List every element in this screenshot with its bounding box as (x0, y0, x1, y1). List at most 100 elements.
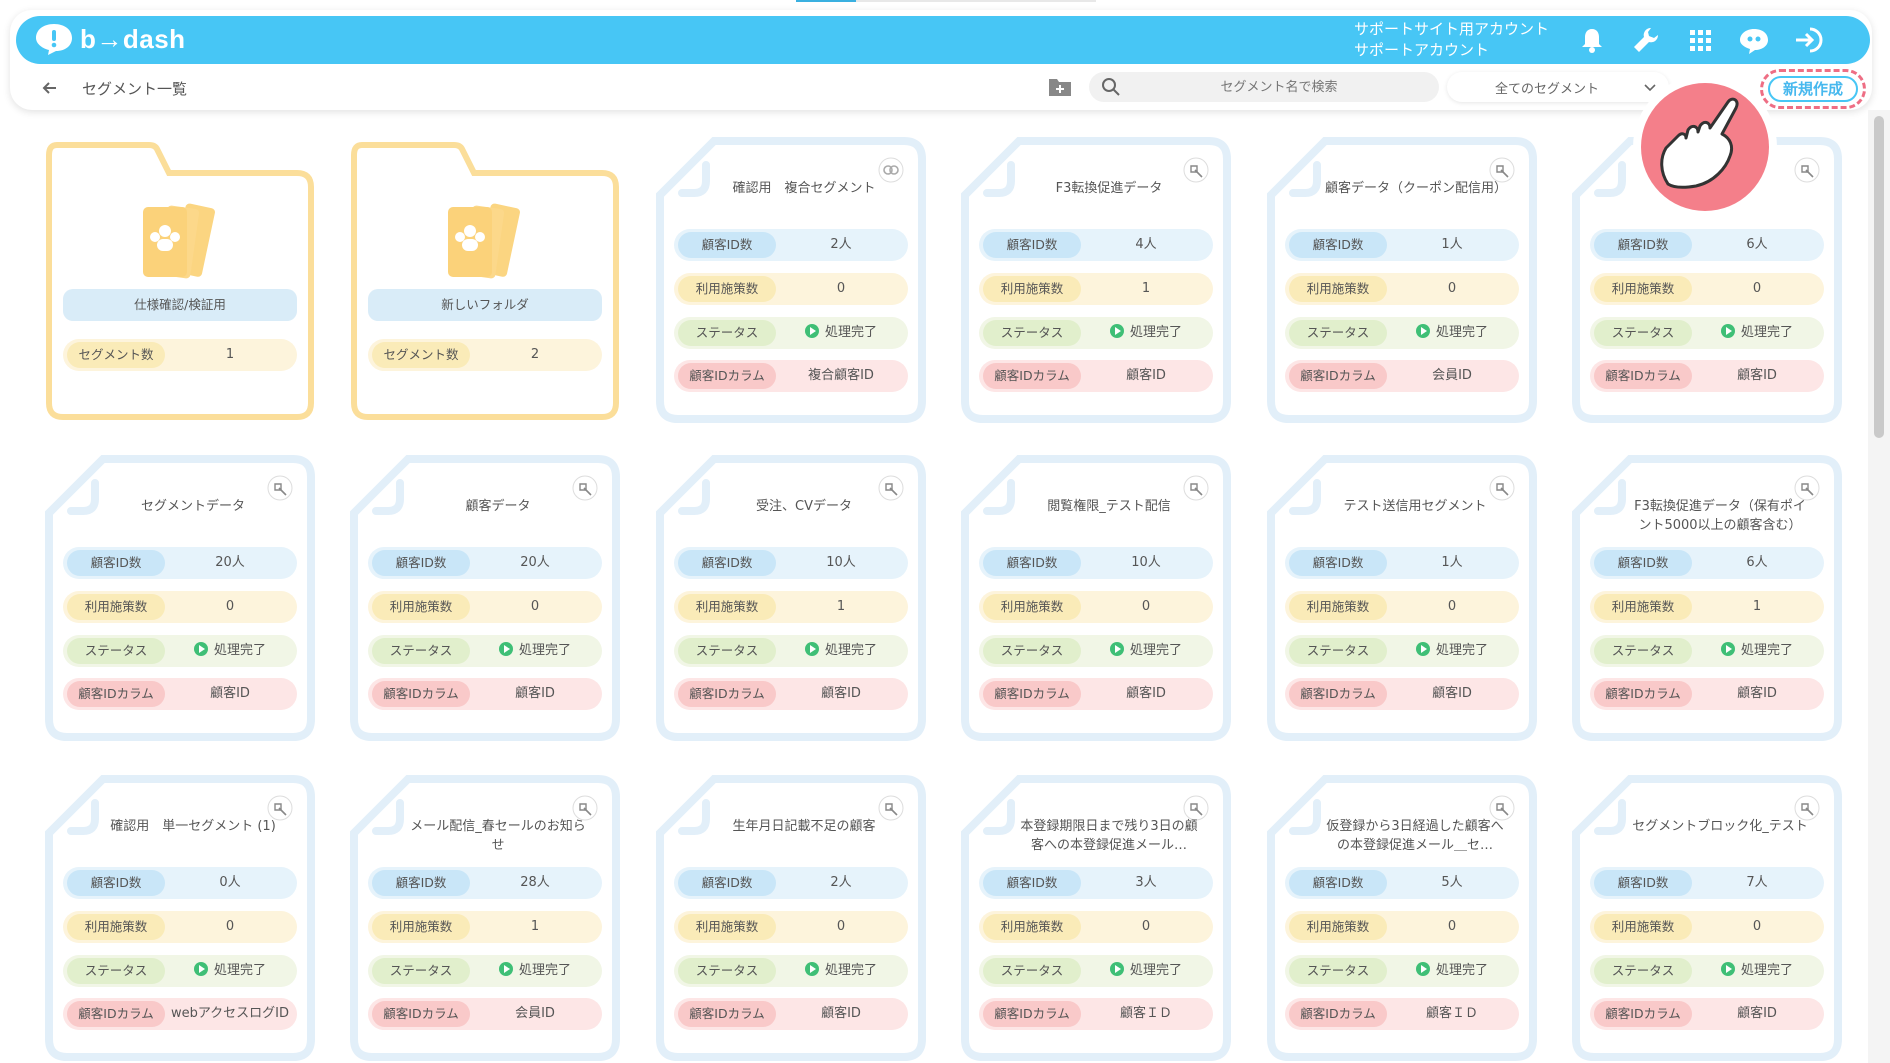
mascot-icon[interactable] (1738, 24, 1770, 56)
account-info[interactable]: サポートサイト用アカウント サポートアカウント (1354, 19, 1549, 61)
status-label: ステータス (67, 638, 165, 664)
customer-id-count-label: 顧客ID数 (1289, 550, 1387, 576)
search-input[interactable] (1129, 72, 1429, 102)
customer-id-count-value: 10人 (1131, 555, 1161, 570)
segment-card[interactable]: 閲覧権限_テスト配信 顧客ID数 10人 利用施策数 0 ステータス 処理完了 顧客IDカラム… (959, 453, 1233, 743)
customer-id-count-value: 7人 (1746, 875, 1768, 890)
segment-card[interactable]: 生年月日記載不足の顧客 顧客ID数 2人 利用施策数 0 ステータス 処理完了 顧客IDカラム… (654, 773, 928, 1063)
folder-count-row: セグメント数 1 (63, 339, 297, 371)
measures-count-value: 0 (836, 281, 846, 296)
logo[interactable]: b→dash (34, 22, 186, 56)
segment-card[interactable]: セグメントデータ 顧客ID数 20人 利用施策数 0 ステータス 処理完了 顧客IDカラム 顧客… (43, 453, 317, 743)
logo-bubble-icon (36, 24, 72, 55)
status-text: 処理完了 (1740, 963, 1793, 978)
segment-card[interactable]: 顧客データ 顧客ID数 20人 利用施策数 0 ステータス 処理完了 顧客IDカラム 顧客ID (348, 453, 622, 743)
segment-card[interactable]: F3転換促進データ（保有ポイント5000以上の顧客含む） 顧客ID数 6人 利用施策数… (1570, 453, 1844, 743)
segment-card[interactable]: 受注、CVデータ 顧客ID数 10人 利用施策数 1 ステータス 処理完了 顧客IDカラム 顧客… (654, 453, 928, 743)
customer-id-column-value: 顧客ID (821, 1006, 861, 1021)
customer-id-count-row: 顧客ID数 10人 (674, 547, 908, 579)
measures-count-value: 0 (1752, 919, 1762, 934)
measures-count-value: 0 (836, 919, 846, 934)
top-tab-indicator (796, 0, 1096, 2)
measures-count-label: 利用施策数 (1594, 276, 1692, 302)
customer-id-count-row: 顧客ID数 10人 (979, 547, 1213, 579)
customer-id-count-row: 顧客ID数 1人 (1285, 547, 1519, 579)
segment-card[interactable]: 確認用 複合セグメント 顧客ID数 2人 利用施策数 0 ステータス 処理完了 顧客IDカラム… (654, 135, 928, 425)
add-folder-icon[interactable] (1047, 76, 1073, 98)
logout-icon[interactable] (1792, 24, 1824, 56)
segment-card[interactable]: F3転換促進データ 顧客ID数 4人 利用施策数 1 ステータス 処理完了 顧客IDカラム 顧客… (959, 135, 1233, 425)
customer-id-count-row: 顧客ID数 6人 (1590, 229, 1824, 261)
measures-count-value: 0 (1141, 919, 1151, 934)
segment-card[interactable]: 本登録期限日まで残り3日の顧客への本登録促進メール… 顧客ID数 3人 利用施策数 0 ス… (959, 773, 1233, 1063)
segment-title: 顧客データ (465, 499, 531, 514)
segment-card[interactable]: 顧客データ（クーポン配信用） 顧客ID数 1人 利用施策数 0 ステータス 処理完了 顧客ID… (1265, 135, 1539, 425)
segment-title: テスト送信用セグメント (1343, 499, 1487, 514)
folder-count-label: セグメント数 (372, 342, 470, 368)
customer-id-count-value: 1人 (1441, 237, 1463, 252)
bell-icon[interactable] (1576, 24, 1608, 56)
customer-id-column-row: 顧客IDカラム 複合顧客ID (674, 360, 908, 392)
status-complete-icon (1109, 324, 1124, 338)
customer-id-count-label: 顧客ID数 (1289, 232, 1387, 258)
status-row: ステータス 処理完了 (368, 635, 602, 667)
folder-count-label: セグメント数 (67, 342, 165, 368)
segment-card[interactable]: 確認用 単一セグメント (1) 顧客ID数 0人 利用施策数 0 ステータス 処理完了 顧客I… (43, 773, 317, 1063)
apps-grid-icon[interactable] (1684, 24, 1716, 56)
back-arrow-icon[interactable] (38, 76, 62, 100)
status-text: 処理完了 (518, 643, 571, 658)
customer-id-count-row: 顧客ID数 0人 (63, 867, 297, 899)
customer-id-count-row: 顧客ID数 7人 (1590, 867, 1824, 899)
customer-id-count-value: 28人 (520, 875, 550, 890)
segment-title: セグメントブロック化_テスト (1632, 819, 1808, 834)
folder-card[interactable]: 仕様確認/検証用 セグメント数 1 (43, 135, 317, 425)
customer-id-count-label: 顧客ID数 (67, 550, 165, 576)
status-text: 処理完了 (213, 963, 266, 978)
customer-id-column-value: 顧客ID (821, 686, 861, 701)
folder-count-value: 2 (530, 347, 540, 362)
segment-card[interactable]: テスト送信用セグメント 顧客ID数 1人 利用施策数 0 ステータス 処理完了 顧客IDカラム… (1265, 453, 1539, 743)
status-value: 処理完了 (1083, 635, 1209, 667)
scrollbar-thumb[interactable] (1874, 116, 1884, 438)
status-text: 処理完了 (1129, 643, 1182, 658)
vertical-scrollbar[interactable] (1868, 110, 1890, 1063)
segment-title: メール配信_春セールのお知らせ (410, 819, 586, 853)
segment-card[interactable]: メール配信_春セールのお知らせ 顧客ID数 28人 利用施策数 1 ステータス 処理完了 顧客… (348, 773, 622, 1063)
segment-card[interactable]: 仮登録から3日経過した顧客への本登録促進メール＿セ… 顧客ID数 5人 利用施策数 0 ス… (1265, 773, 1539, 1063)
folder-card[interactable]: 新しいフォルダ セグメント数 2 (348, 135, 622, 425)
segment-title: 生年月日記載不足の顧客 (732, 819, 876, 834)
measures-count-value: 1 (836, 599, 846, 614)
measures-count-row: 利用施策数 0 (368, 591, 602, 623)
customer-id-column-value: 会員ID (1432, 368, 1472, 383)
status-complete-icon (1415, 642, 1430, 656)
logo-text: b→dash (80, 23, 186, 54)
wrench-icon[interactable] (1630, 24, 1662, 56)
customer-id-column-row: 顧客IDカラム 顧客ID (674, 998, 908, 1030)
status-label: ステータス (1594, 320, 1692, 346)
customer-id-column-row: 顧客IDカラム 顧客ID (63, 678, 297, 710)
segment-card[interactable]: セグメントブロック化_テスト顧客ID数 7人 利用施策数 0 ステータス 処理完了顧客ID… (1570, 773, 1844, 1063)
status-row: ステータス 処理完了 (979, 955, 1213, 987)
status-row: ステータス 処理完了 (1590, 955, 1824, 987)
customer-id-count-value: 2人 (830, 237, 852, 252)
status-value: 処理完了 (1694, 955, 1820, 987)
measures-count-row: 利用施策数 1 (674, 591, 908, 623)
status-label: ステータス (372, 958, 470, 984)
customer-id-column-label: 顧客IDカラム (678, 681, 776, 707)
measures-count-row: 利用施策数 0 (1590, 911, 1824, 943)
status-value: 処理完了 (472, 955, 598, 987)
status-complete-icon (193, 962, 208, 976)
measures-count-row: 利用施策数 0 (674, 273, 908, 305)
top-navbar: b→dash サポートサイト用アカウント サポートアカウント (16, 16, 1870, 64)
measures-count-label: 利用施策数 (67, 594, 165, 620)
customer-id-column-label: 顧客IDカラム (1289, 363, 1387, 389)
customer-id-column-value: 顧客ID (1737, 1006, 1777, 1021)
new-create-button[interactable]: 新規作成 (1768, 76, 1858, 102)
measures-count-value: 1 (1141, 281, 1151, 296)
measures-count-row: 利用施策数 1 (979, 273, 1213, 305)
customer-id-column-value: 顧客ＩＤ (1119, 1006, 1172, 1021)
sub-toolbar: セグメント一覧 全てのセグメント (10, 68, 1872, 108)
customer-id-column-label: 顧客IDカラム (67, 681, 165, 707)
status-value: 処理完了 (167, 955, 293, 987)
status-complete-icon (1415, 962, 1430, 976)
